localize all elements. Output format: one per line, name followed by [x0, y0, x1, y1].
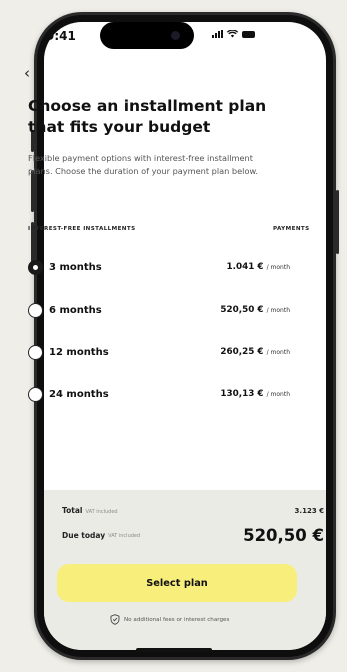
- total-label: Total: [62, 506, 83, 515]
- status-icons: [212, 30, 255, 38]
- battery-icon: [242, 30, 255, 38]
- column-header-installments: INTEREST-FREE INSTALLMENTS: [28, 226, 136, 232]
- signal-icon: [212, 30, 223, 38]
- radio-unselected-icon[interactable]: [28, 302, 43, 318]
- plan-price: 1.041 € / month: [226, 262, 291, 272]
- radio-unselected-icon[interactable]: [28, 386, 43, 402]
- due-today-label: Due today: [62, 531, 106, 540]
- plan-option-6-months[interactable]: 6 months 520,50 € / month: [28, 300, 290, 320]
- select-plan-button[interactable]: Select plan: [57, 564, 297, 602]
- plan-label: 3 months: [49, 261, 102, 273]
- plan-label: 24 months: [49, 388, 109, 400]
- radio-selected-icon[interactable]: [28, 259, 43, 275]
- camera-dot: [171, 31, 180, 40]
- plan-price: 520,50 € / month: [220, 305, 290, 315]
- plan-label: 12 months: [49, 346, 109, 358]
- page-title: Choose an installment plan that fits you…: [28, 97, 267, 136]
- home-indicator[interactable]: [136, 648, 212, 652]
- plan-option-24-months[interactable]: 24 months 130,13 € / month: [28, 384, 290, 404]
- page-description: Flexible payment options with interest-f…: [28, 153, 259, 176]
- total-row: Total VAT included 3.123 €: [62, 506, 324, 515]
- fees-note: No additional fees or interest charges: [110, 614, 229, 625]
- plan-price: 260,25 € / month: [220, 347, 290, 357]
- plan-label: 6 months: [49, 304, 102, 316]
- due-vat-note: VAT included: [108, 532, 141, 539]
- total-amount: 3.123 €: [294, 507, 324, 515]
- power-button: [336, 190, 339, 254]
- radio-unselected-icon[interactable]: [28, 344, 43, 360]
- status-time: 9:41: [46, 29, 76, 43]
- shield-check-icon: [110, 614, 120, 625]
- plan-price: 130,13 € / month: [220, 389, 290, 399]
- column-header-payments: PAYMENTS: [273, 226, 310, 232]
- fees-note-text: No additional fees or interest charges: [124, 616, 230, 623]
- back-button[interactable]: ‹: [24, 64, 30, 82]
- wifi-icon: [227, 30, 238, 38]
- dynamic-island: [100, 22, 194, 49]
- due-today-amount: 520,50 €: [243, 526, 324, 545]
- due-today-row: Due today VAT included 520,50 €: [62, 526, 324, 545]
- plan-option-3-months[interactable]: 3 months 1.041 € / month: [28, 257, 290, 277]
- plan-option-12-months[interactable]: 12 months 260,25 € / month: [28, 342, 290, 362]
- total-vat-note: VAT included: [85, 509, 118, 515]
